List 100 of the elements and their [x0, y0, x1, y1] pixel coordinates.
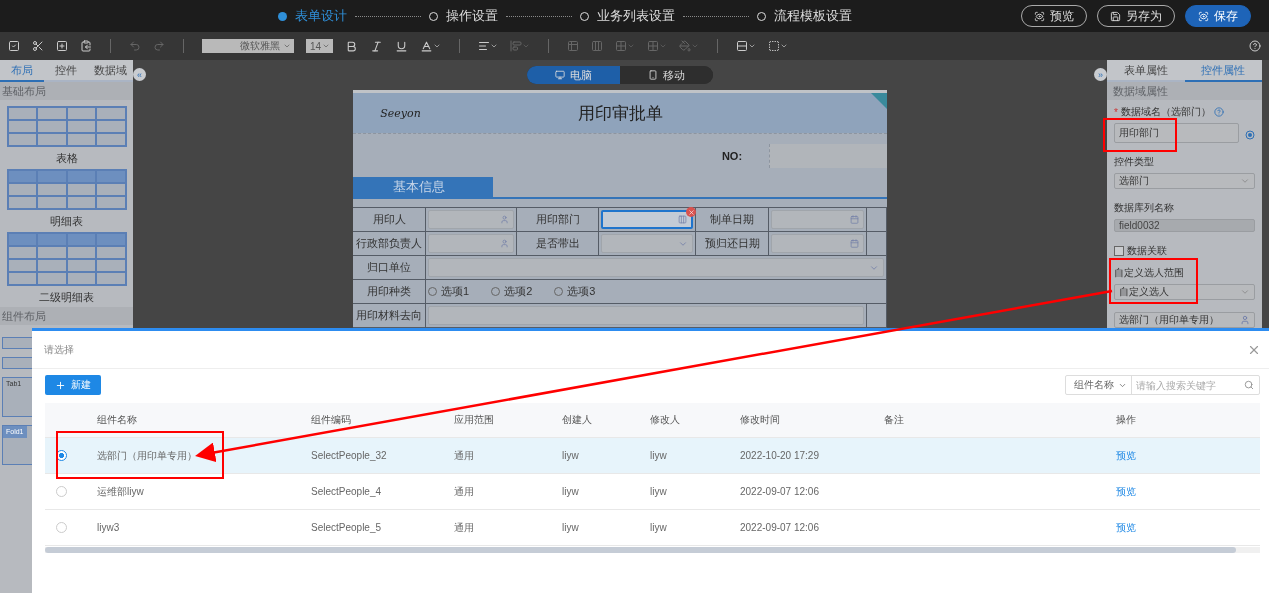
- select-field[interactable]: [601, 234, 693, 253]
- number-field[interactable]: [769, 143, 887, 168]
- calendar-icon: [850, 239, 859, 248]
- table-row[interactable]: 选部门（用印单专用） SelectPeople_32 通用 liyw liyw 2022-10-20 17:29 预览: [45, 438, 1260, 474]
- column-header: 备注: [884, 413, 904, 427]
- dropdown-icon: [283, 42, 291, 50]
- rows-icon[interactable]: [736, 40, 756, 52]
- font-size-select[interactable]: 14: [306, 39, 333, 53]
- underline-icon[interactable]: [395, 39, 408, 53]
- select-field[interactable]: 选部门: [1114, 173, 1255, 189]
- collapse-button[interactable]: «: [133, 68, 146, 81]
- detail-table-thumbnail[interactable]: [6, 232, 127, 286]
- radio-button[interactable]: [56, 486, 67, 497]
- dropdown-icon: [1240, 176, 1250, 186]
- table-cell: SelectPeople_32: [311, 450, 387, 461]
- input-field: field0032: [1114, 219, 1255, 232]
- step-tab[interactable]: 业务列表设置: [580, 7, 675, 25]
- column-header: 修改时间: [740, 413, 780, 427]
- table-cell: SelectPeople_5: [311, 522, 382, 533]
- dropdown-icon: [1240, 287, 1250, 297]
- cut-icon[interactable]: [32, 40, 44, 52]
- redo-icon[interactable]: [153, 40, 165, 52]
- frame-icon[interactable]: [768, 40, 788, 52]
- save-icon: [1110, 10, 1121, 22]
- new-button[interactable]: 新建: [45, 375, 101, 395]
- input-field[interactable]: [428, 234, 514, 253]
- checkbox-icon[interactable]: [8, 40, 20, 52]
- plus-icon: [55, 379, 66, 391]
- save-button[interactable]: 保存: [1185, 5, 1251, 27]
- search-box[interactable]: 组件名称 请输入搜索关键字: [1065, 375, 1260, 395]
- field-label: 用印部门: [517, 208, 599, 232]
- input-field[interactable]: [771, 234, 864, 253]
- merge-icon[interactable]: [567, 40, 579, 52]
- required-mark: *: [1114, 106, 1118, 118]
- undo-icon[interactable]: [129, 40, 141, 52]
- table-cell: liyw3: [97, 522, 120, 533]
- person-icon: [1240, 315, 1250, 325]
- table-cell: liyw: [650, 522, 667, 533]
- field-label: 是否带出: [517, 232, 599, 256]
- vertical-align-icon[interactable]: [510, 40, 530, 52]
- font-select[interactable]: 微软雅黑: [202, 39, 294, 53]
- person-icon: [500, 215, 509, 224]
- preview-link[interactable]: 预览: [1116, 484, 1136, 499]
- step-tab[interactable]: 表单设计: [278, 7, 347, 25]
- table-cell: 2022-09-07 12:06: [740, 522, 819, 533]
- input-field[interactable]: [771, 210, 864, 229]
- phone-icon: [648, 70, 658, 80]
- table-cell: liyw: [650, 486, 667, 497]
- input-field[interactable]: 用印部门: [1114, 123, 1239, 143]
- expand-button[interactable]: »: [1094, 68, 1107, 81]
- table-cell: 2022-09-07 12:06: [740, 486, 819, 497]
- department-icon: [678, 215, 687, 224]
- font-color-icon[interactable]: [420, 39, 441, 53]
- picker-field[interactable]: 选部门（用印单专用）: [1114, 312, 1255, 328]
- table-icon[interactable]: [615, 40, 635, 52]
- table-cell: 运维部liyw: [97, 484, 144, 499]
- field-label: 数据域名（选部门）: [1120, 105, 1211, 119]
- align-icon[interactable]: [478, 40, 498, 52]
- add-icon[interactable]: [56, 40, 68, 52]
- preview-link[interactable]: 预览: [1116, 448, 1136, 463]
- column-header: 应用范围: [454, 413, 494, 427]
- field-label: 归口单位: [353, 256, 426, 280]
- scan-icon: [1034, 10, 1045, 22]
- column-header: 组件名称: [97, 413, 137, 427]
- column-header: 修改人: [650, 413, 680, 427]
- split-icon[interactable]: [591, 40, 603, 52]
- table-cell: 2022-10-20 17:29: [740, 450, 819, 461]
- calendar-icon: [850, 215, 859, 224]
- input-field[interactable]: [428, 210, 514, 229]
- radio-button[interactable]: [56, 522, 67, 533]
- grid-icon[interactable]: [647, 40, 667, 52]
- step-tab[interactable]: 流程模板设置: [757, 7, 852, 25]
- table-cell: 通用: [454, 520, 474, 535]
- preview-link[interactable]: 预览: [1116, 520, 1136, 535]
- target-icon[interactable]: [1245, 130, 1255, 140]
- paste-icon[interactable]: [80, 40, 92, 52]
- radio-button[interactable]: [56, 450, 67, 461]
- column-header: 组件编码: [311, 413, 351, 427]
- detail-table-thumbnail[interactable]: [6, 169, 127, 210]
- fill-icon[interactable]: [679, 40, 699, 52]
- logo: Seeyon: [379, 106, 422, 120]
- table-thumbnail[interactable]: [6, 106, 127, 147]
- table-cell: liyw: [562, 450, 579, 461]
- checkbox[interactable]: [1114, 246, 1124, 256]
- section-header: 组件布局: [0, 307, 133, 325]
- table-cell: liyw: [562, 486, 579, 497]
- step-tab[interactable]: 操作设置: [429, 7, 498, 25]
- input-field[interactable]: [601, 210, 693, 229]
- close-icon[interactable]: [686, 207, 696, 217]
- radio-option[interactable]: 选项2: [491, 284, 533, 299]
- radio-option[interactable]: 选项1: [428, 284, 470, 299]
- search-icon[interactable]: [1244, 380, 1254, 390]
- radio-option[interactable]: 选项3: [554, 284, 596, 299]
- italic-icon[interactable]: [370, 39, 383, 53]
- select-field[interactable]: 自定义选人: [1114, 284, 1255, 300]
- thumbnail-label: 明细表: [50, 214, 83, 229]
- select-field[interactable]: [428, 258, 884, 277]
- view-toggle[interactable]: 电脑: [527, 66, 620, 84]
- field-label: 用印人: [353, 208, 426, 232]
- bold-icon[interactable]: [345, 39, 358, 53]
